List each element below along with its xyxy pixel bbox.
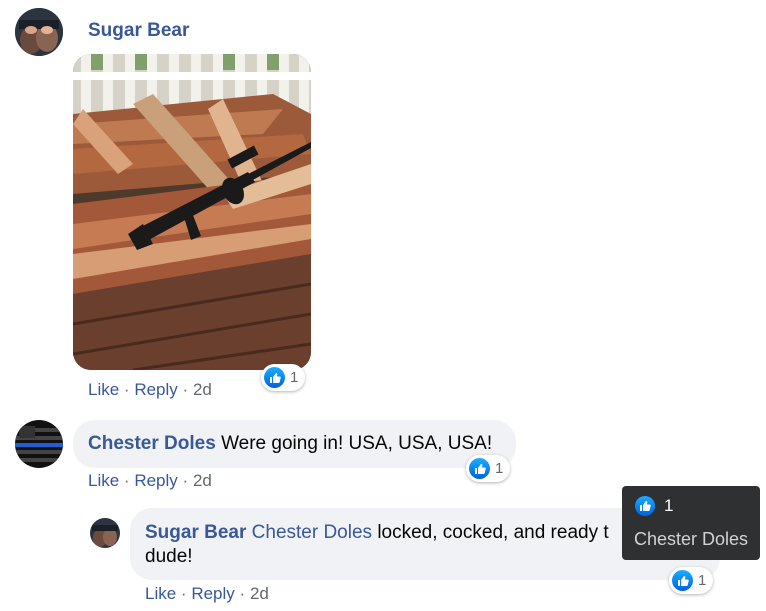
reply-link[interactable]: Reply bbox=[134, 471, 177, 490]
timestamp[interactable]: 2d bbox=[193, 380, 212, 399]
avatar[interactable] bbox=[15, 420, 63, 468]
like-link[interactable]: Like bbox=[145, 584, 176, 603]
reaction-badge[interactable]: 1 bbox=[669, 567, 714, 594]
thumbs-up-icon bbox=[635, 496, 655, 516]
separator: · bbox=[182, 380, 189, 399]
timestamp[interactable]: 2d bbox=[193, 471, 212, 490]
separator: · bbox=[123, 471, 130, 490]
timestamp[interactable]: 2d bbox=[250, 584, 269, 603]
reply-body: Sugar Bear Chester Doles locked, cocked,… bbox=[145, 521, 625, 569]
comment-photo[interactable] bbox=[73, 54, 311, 370]
comment-actions: Like · Reply · 2d bbox=[88, 471, 212, 491]
reply-text: dude! bbox=[145, 546, 193, 567]
comment-author[interactable]: Chester Doles bbox=[88, 433, 216, 454]
reply-text: locked, cocked, and ready t bbox=[377, 522, 609, 543]
reactions-tooltip: 1 Chester Doles bbox=[622, 486, 760, 560]
reaction-badge[interactable]: 1 bbox=[261, 364, 306, 391]
reaction-count: 1 bbox=[495, 460, 504, 477]
reply-actions: Like · Reply · 2d bbox=[145, 584, 269, 604]
separator: · bbox=[239, 584, 246, 603]
thumbs-up-icon bbox=[672, 570, 693, 591]
reply-link[interactable]: Reply bbox=[191, 584, 234, 603]
comment-text: Were going in! USA, USA, USA! bbox=[221, 433, 493, 454]
rifle-on-bench-photo bbox=[73, 54, 311, 370]
thumbs-up-icon bbox=[469, 458, 490, 479]
separator: · bbox=[180, 584, 187, 603]
separator: · bbox=[182, 471, 189, 490]
reply-author[interactable]: Sugar Bear bbox=[145, 522, 246, 543]
profile-photo bbox=[15, 8, 63, 56]
thin-blue-line-flag-photo bbox=[15, 420, 63, 468]
tooltip-count: 1 bbox=[664, 496, 674, 515]
mention-link[interactable]: Chester Doles bbox=[252, 522, 372, 543]
reply-link[interactable]: Reply bbox=[134, 380, 177, 399]
separator: · bbox=[123, 380, 130, 399]
comment-body: Chester Doles Were going in! USA, USA, U… bbox=[88, 433, 492, 455]
reaction-count: 1 bbox=[290, 369, 299, 386]
thumbs-up-icon bbox=[264, 367, 285, 388]
like-link[interactable]: Like bbox=[88, 471, 119, 490]
avatar[interactable] bbox=[90, 518, 120, 548]
tooltip-name: Chester Doles bbox=[634, 529, 749, 549]
profile-photo bbox=[90, 518, 120, 548]
reaction-count: 1 bbox=[698, 572, 707, 589]
reaction-badge[interactable]: 1 bbox=[466, 455, 511, 482]
avatar[interactable] bbox=[15, 8, 63, 56]
comment-actions: Like · Reply · 2d bbox=[88, 380, 212, 400]
like-link[interactable]: Like bbox=[88, 380, 119, 399]
comment-author[interactable]: Sugar Bear bbox=[88, 20, 189, 42]
